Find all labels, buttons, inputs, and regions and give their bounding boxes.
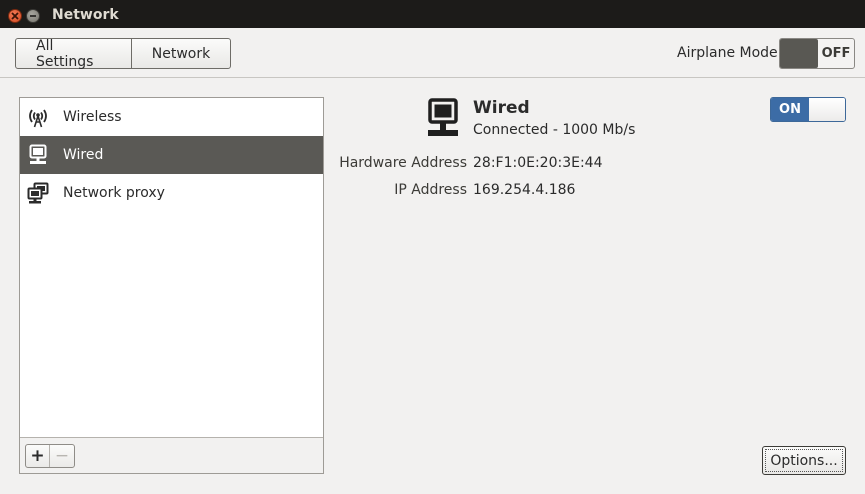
list-button-group: + − <box>25 444 75 468</box>
hardware-address-label: Hardware Address <box>339 155 467 171</box>
hardware-address-value: 28:F1:0E:20:3E:44 <box>473 155 603 171</box>
network-settings-window: Network All Settings Network Airplane Mo… <box>0 0 865 494</box>
add-device-button[interactable]: + <box>26 445 50 467</box>
list-toolbar: + − <box>20 437 323 473</box>
airplane-mode-state: OFF <box>821 46 851 61</box>
sidebar-item-label: Network proxy <box>63 185 165 201</box>
device-name: Wired <box>473 98 530 118</box>
wired-connection-switch[interactable]: ON <box>770 97 846 122</box>
sidebar-item-wired[interactable]: Wired <box>20 136 323 174</box>
sidebar-item-label: Wired <box>63 147 104 163</box>
connection-status: Connected - 1000 Mb/s <box>473 122 636 138</box>
close-icon <box>11 12 19 20</box>
breadcrumb: All Settings Network <box>15 38 231 70</box>
all-settings-button[interactable]: All Settings <box>16 38 132 70</box>
close-window-button[interactable] <box>8 9 22 23</box>
wireless-icon <box>29 109 47 128</box>
options-button[interactable]: Options... <box>762 446 846 475</box>
wired-network-icon <box>428 98 458 136</box>
switch-knob <box>780 39 818 68</box>
sidebar-item-label: Wireless <box>63 109 122 125</box>
wired-switch-state: ON <box>771 98 809 121</box>
switch-knob <box>809 98 845 121</box>
remove-device-button[interactable]: − <box>50 445 74 467</box>
window-title: Network <box>52 7 119 23</box>
title-bar: Network <box>0 0 865 28</box>
wired-network-icon <box>29 144 47 164</box>
minimize-window-button[interactable] <box>26 9 40 23</box>
sidebar-item-wireless[interactable]: Wireless <box>20 98 323 136</box>
minimize-icon <box>30 15 36 17</box>
ip-address-value: 169.254.4.186 <box>473 182 576 198</box>
airplane-mode-switch[interactable]: OFF <box>779 38 855 69</box>
sidebar-item-network-proxy[interactable]: Network proxy <box>20 174 323 212</box>
network-proxy-icon <box>27 182 49 204</box>
network-breadcrumb-button[interactable]: Network <box>132 39 230 68</box>
toolbar: All Settings Network Airplane Mode OFF <box>0 28 865 78</box>
ip-address-label: IP Address <box>394 182 467 198</box>
airplane-mode-label: Airplane Mode <box>677 45 778 61</box>
device-list: Wireless Wired Network proxy + − <box>19 97 324 474</box>
